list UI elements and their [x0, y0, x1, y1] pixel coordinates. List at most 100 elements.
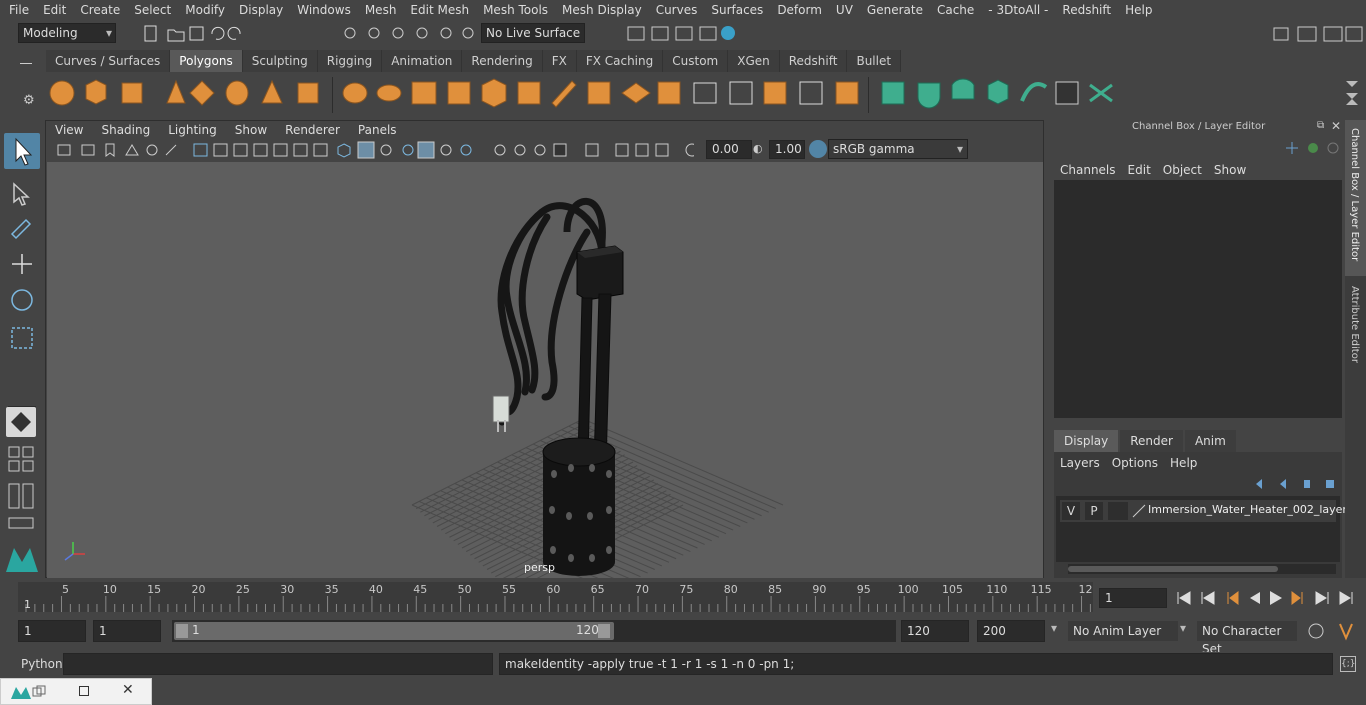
layer-type-toggle[interactable]	[1108, 502, 1128, 520]
channel-menu-edit[interactable]: Edit	[1122, 160, 1157, 180]
chevron-down-icon[interactable]: ▾	[1180, 621, 1186, 635]
range-handle-left[interactable]	[176, 624, 188, 638]
channel-menu-channels[interactable]: Channels	[1054, 160, 1122, 180]
menu-mesh-tools[interactable]: Mesh Tools	[474, 3, 553, 17]
anim-layer-dropdown[interactable]: No Anim Layer	[1068, 621, 1178, 641]
layer-tab-display[interactable]: Display	[1054, 430, 1119, 452]
menu-help[interactable]: Help	[1116, 3, 1157, 17]
character-set-dropdown[interactable]: No Character Set	[1197, 621, 1297, 656]
layer-list[interactable]: V P Immersion_Water_Heater_002_layer	[1056, 496, 1347, 562]
menu-surfaces[interactable]: Surfaces	[702, 3, 768, 17]
channel-menu-show[interactable]: Show	[1208, 160, 1252, 180]
menu-uv[interactable]: UV	[827, 3, 858, 17]
menu-edit[interactable]: Edit	[34, 3, 71, 17]
close-icon[interactable]: ✕	[1331, 119, 1341, 133]
channel-menu-object[interactable]: Object	[1157, 160, 1208, 180]
menu-curves[interactable]: Curves	[647, 3, 703, 17]
layer-playback-toggle[interactable]: P	[1085, 502, 1103, 520]
menu-redshift[interactable]: Redshift	[1053, 3, 1116, 17]
menu-windows[interactable]: Windows	[288, 3, 356, 17]
live-surface-field[interactable]: No Live Surface	[481, 23, 585, 43]
color-management-icon[interactable]	[809, 140, 827, 158]
maximize-icon[interactable]	[79, 686, 89, 696]
menu-3dtoall[interactable]: - 3DtoAll -	[979, 3, 1053, 17]
exposure-field[interactable]: 0.00	[706, 140, 752, 159]
shelf-tab-bullet[interactable]: Bullet	[847, 50, 902, 72]
menu-mesh[interactable]: Mesh	[356, 3, 402, 17]
pref-icons[interactable]	[1304, 621, 1364, 641]
soft-select-button[interactable]	[6, 407, 36, 437]
file-icons[interactable]	[140, 24, 260, 44]
window-app-icon[interactable]	[9, 684, 49, 702]
shelf-tab-sculpting[interactable]: Sculpting	[242, 50, 318, 72]
menu-generate[interactable]: Generate	[858, 3, 928, 17]
layer-scrollbar[interactable]	[1068, 564, 1336, 574]
viewport-canvas[interactable]: persp	[47, 162, 1043, 578]
menu-display[interactable]: Display	[230, 3, 288, 17]
layer-color-swatch[interactable]	[1132, 504, 1146, 518]
command-input[interactable]	[63, 653, 493, 675]
layer-menu-help[interactable]: Help	[1164, 452, 1203, 474]
shelf-tab-redshift[interactable]: Redshift	[779, 50, 848, 72]
menu-select[interactable]: Select	[125, 3, 176, 17]
layout-icons[interactable]	[6, 444, 38, 534]
select-tool-button[interactable]	[4, 133, 40, 169]
time-ruler[interactable]: 5 10 15 20 25 30 35 40 45 50 55 60 65 70 75 80 85 90 95 100…	[18, 582, 1093, 612]
channel-list[interactable]	[1054, 180, 1342, 418]
shelf-tab-polygons[interactable]: Polygons	[170, 50, 243, 72]
menu-create[interactable]: Create	[71, 3, 125, 17]
playback-controls[interactable]	[1172, 588, 1362, 608]
shelf-icon-row[interactable]	[40, 73, 1366, 117]
viewport-menu-view[interactable]: View	[46, 123, 92, 137]
layer-menu-layers[interactable]: Layers	[1054, 452, 1106, 474]
playback-start-field[interactable]: 1	[93, 620, 161, 642]
menu-modify[interactable]: Modify	[176, 3, 230, 17]
viewport-toolbar-icons[interactable]	[54, 141, 694, 159]
mode-dropdown[interactable]: Modeling ▾	[18, 23, 116, 43]
gear-icon[interactable]: ⚙	[23, 93, 35, 108]
gamma-field[interactable]: 1.00	[769, 140, 805, 159]
layer-visibility-toggle[interactable]: V	[1062, 502, 1080, 520]
menu-mesh-display[interactable]: Mesh Display	[553, 3, 647, 17]
channel-box-mode-icons[interactable]	[1286, 140, 1346, 156]
range-slider-handle[interactable]: 1 120	[174, 622, 614, 640]
workspace-icons[interactable]	[1270, 23, 1366, 45]
chevron-down-icon[interactable]: ▾	[1051, 621, 1057, 635]
start-time-field[interactable]: 1	[18, 620, 86, 642]
color-space-dropdown[interactable]: sRGB gamma ▾	[828, 139, 968, 159]
shelf-tab-curves-surfaces[interactable]: Curves / Surfaces	[46, 50, 171, 72]
range-handle-right[interactable]	[598, 624, 610, 638]
layer-name[interactable]: Immersion_Water_Heater_002_layer	[1148, 503, 1347, 516]
viewport-menu-shading[interactable]: Shading	[92, 123, 159, 137]
snap-icons[interactable]	[340, 24, 480, 44]
script-editor-icon[interactable]: {;}	[1340, 656, 1356, 672]
current-frame-field[interactable]: 1	[1099, 588, 1167, 608]
menu-deform[interactable]: Deform	[768, 3, 827, 17]
menu-file[interactable]: File	[0, 3, 34, 17]
shelf-menu-icon[interactable]	[20, 63, 32, 64]
scrollbar-thumb[interactable]	[1068, 566, 1278, 572]
layer-tab-render[interactable]: Render	[1120, 430, 1183, 452]
shelf-tab-fx[interactable]: FX	[542, 50, 577, 72]
viewport-menu-lighting[interactable]: Lighting	[159, 123, 226, 137]
menu-edit-mesh[interactable]: Edit Mesh	[401, 3, 474, 17]
shelf-tab-rigging[interactable]: Rigging	[317, 50, 383, 72]
script-language-label[interactable]: Python	[21, 657, 63, 671]
playback-end-field[interactable]: 120	[901, 620, 969, 642]
layer-action-icons[interactable]	[1250, 476, 1340, 492]
shelf-tab-animation[interactable]: Animation	[382, 50, 463, 72]
shelf-tab-rendering[interactable]: Rendering	[462, 50, 543, 72]
float-icon[interactable]: ⧉	[1317, 120, 1324, 131]
shelf-tab-xgen[interactable]: XGen	[728, 50, 780, 72]
layer-row[interactable]: V P Immersion_Water_Heater_002_layer	[1060, 500, 1347, 522]
shelf-tab-custom[interactable]: Custom	[663, 50, 729, 72]
close-icon[interactable]: ✕	[122, 682, 134, 698]
viewport-menu-show[interactable]: Show	[226, 123, 276, 137]
render-icons[interactable]	[622, 23, 742, 45]
tab-channel-box[interactable]: Channel Box / Layer Editor	[1345, 120, 1366, 276]
shelf-tab-fx-caching[interactable]: FX Caching	[576, 50, 664, 72]
viewport-menu-renderer[interactable]: Renderer	[276, 123, 349, 137]
tab-attribute-editor[interactable]: Attribute Editor	[1345, 286, 1366, 370]
end-time-field[interactable]: 200	[977, 620, 1045, 642]
time-slider[interactable]: 5 10 15 20 25 30 35 40 45 50 55 60 65 70 75 80 85 90 95 100…	[0, 580, 1366, 616]
